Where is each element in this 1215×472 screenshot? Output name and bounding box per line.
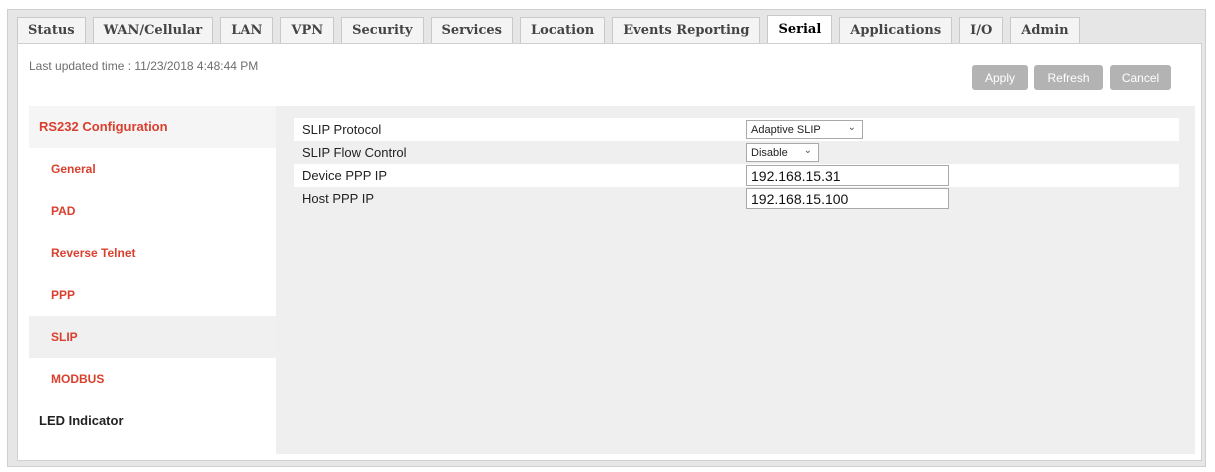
sidebar-item-led-indicator[interactable]: LED Indicator [29,400,276,442]
slip-flow-control-label: SLIP Flow Control [302,145,407,160]
tab-events-reporting[interactable]: Events Reporting [612,17,761,43]
tab-serial[interactable]: Serial [767,15,833,43]
chevron-down-icon: ⌄ [847,122,856,133]
sidebar-item-reverse-telnet[interactable]: Reverse Telnet [29,232,276,274]
tab-status[interactable]: Status [17,17,86,43]
top-tab-bar: Status WAN/Cellular LAN VPN Security Ser… [17,15,1080,43]
host-ppp-ip-input[interactable]: 192.168.15.100 [746,188,949,209]
tab-applications[interactable]: Applications [839,17,953,43]
tab-lan[interactable]: LAN [220,17,274,43]
sidebar-item-modbus[interactable]: MODBUS [29,358,276,400]
slip-settings-panel: SLIP Protocol Adaptive SLIP ⌄ SLIP Flow … [276,106,1195,454]
device-ppp-ip-label: Device PPP IP [302,168,388,183]
tab-location[interactable]: Location [520,17,606,43]
slip-protocol-value: Adaptive SLIP [751,123,821,136]
sidebar-item-ppp[interactable]: PPP [29,274,276,316]
tab-security[interactable]: Security [341,17,424,43]
slip-flow-control-value: Disable [751,146,788,159]
tab-wan-cellular[interactable]: WAN/Cellular [92,17,214,43]
refresh-button[interactable]: Refresh [1034,65,1103,90]
apply-button[interactable]: Apply [972,65,1028,90]
tab-vpn[interactable]: VPN [280,17,335,43]
chevron-down-icon: ⌄ [803,145,812,156]
slip-flow-control-select[interactable]: Disable ⌄ [746,143,819,162]
sidebar-item-pad[interactable]: PAD [29,190,276,232]
tab-admin[interactable]: Admin [1010,17,1080,43]
host-ppp-ip-label: Host PPP IP [302,191,375,206]
tab-io[interactable]: I/O [959,17,1004,43]
device-ppp-ip-input[interactable]: 192.168.15.31 [746,165,949,186]
slip-protocol-select[interactable]: Adaptive SLIP ⌄ [746,120,863,139]
sidebar-item-general[interactable]: General [29,148,276,190]
slip-protocol-row: SLIP Protocol Adaptive SLIP ⌄ [294,118,1179,141]
device-ppp-ip-row: Device PPP IP 192.168.15.31 [294,164,1179,187]
sidebar-item-slip[interactable]: SLIP [29,316,276,358]
sidebar-item-rs232-configuration[interactable]: RS232 Configuration [29,106,276,148]
slip-protocol-label: SLIP Protocol [302,122,382,137]
cancel-button[interactable]: Cancel [1110,65,1171,90]
last-updated-text: Last updated time : 11/23/2018 4:48:44 P… [29,59,259,73]
host-ppp-ip-row: Host PPP IP 192.168.15.100 [294,187,1179,210]
content-area: Last updated time : 11/23/2018 4:48:44 P… [17,43,1202,461]
tab-services[interactable]: Services [430,17,514,43]
slip-flow-control-row: SLIP Flow Control Disable ⌄ [294,141,1179,164]
sidebar-nav: RS232 Configuration General PAD Reverse … [29,106,276,442]
